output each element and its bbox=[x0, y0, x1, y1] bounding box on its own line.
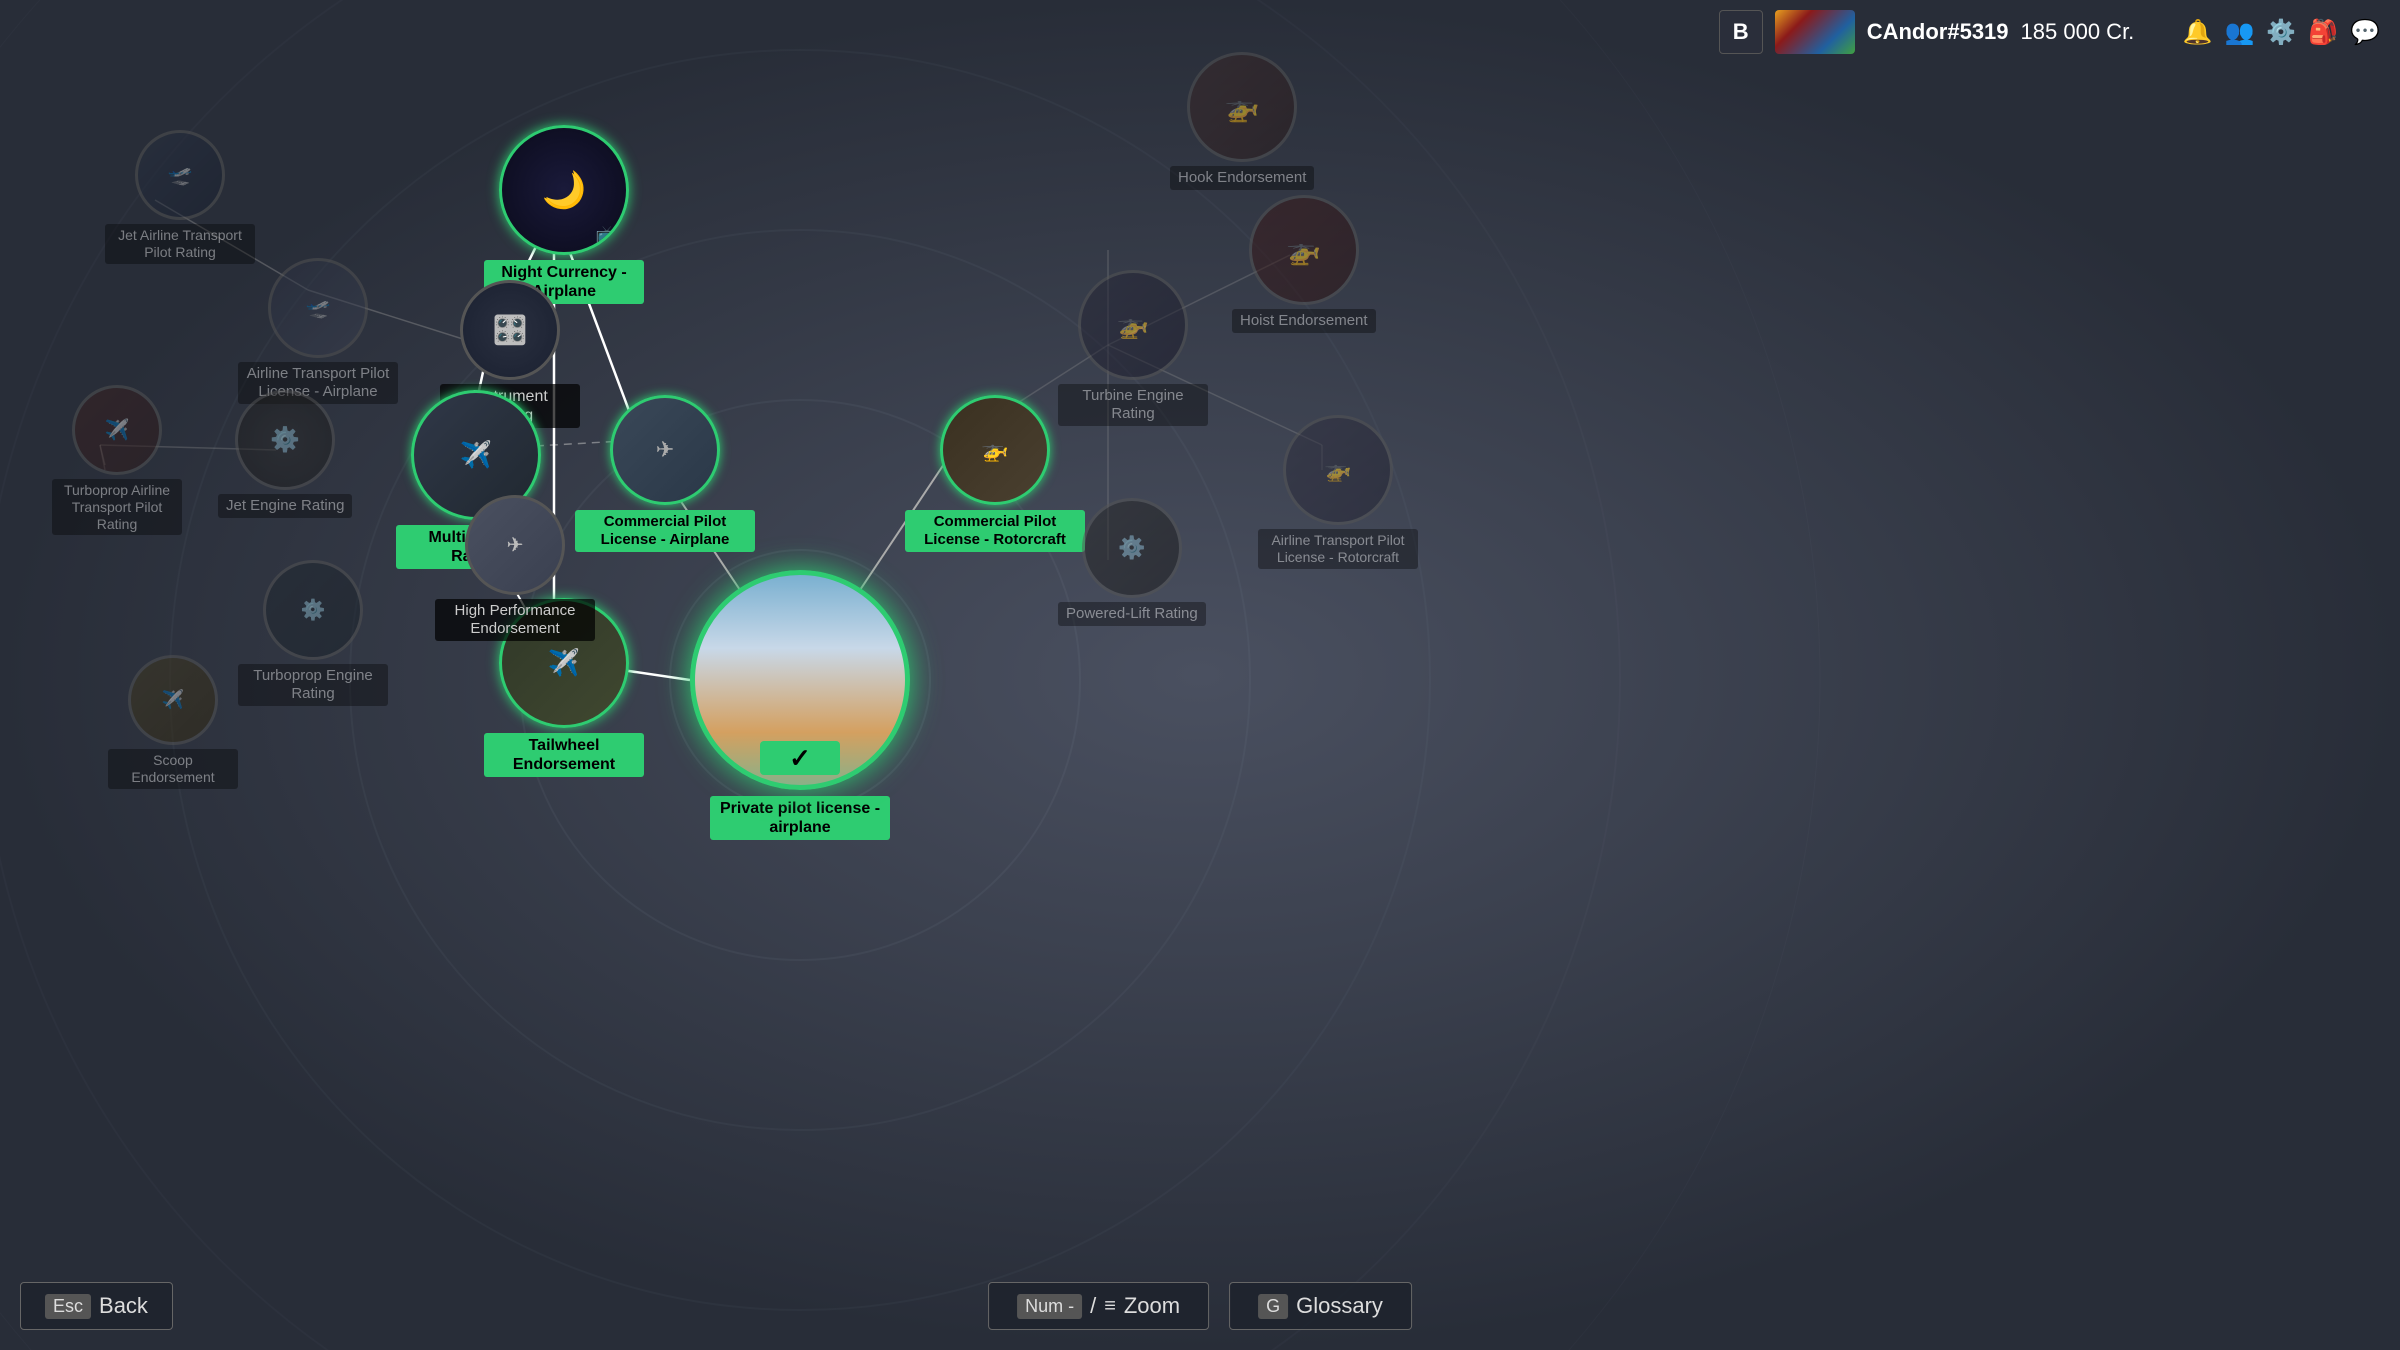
header-currency: 185 000 Cr. bbox=[2021, 19, 2171, 45]
gear-icon[interactable]: ⚙️ bbox=[2266, 18, 2296, 47]
zoom-key: Num - bbox=[1017, 1294, 1082, 1319]
node-atp-rotorcraft[interactable]: 🚁 Airline Transport Pilot License - Roto… bbox=[1258, 415, 1418, 569]
node-private-pilot[interactable]: ✓ Private pilot license - airplane bbox=[690, 570, 910, 840]
node-label-powered-lift: Powered-Lift Rating bbox=[1058, 602, 1206, 626]
node-label-atp-rotorcraft: Airline Transport Pilot License - Rotorc… bbox=[1258, 529, 1418, 569]
node-label-turbine-engine: Turbine Engine Rating bbox=[1058, 384, 1208, 426]
node-hoist[interactable]: 🚁 Hoist Endorsement bbox=[1232, 195, 1376, 333]
node-high-performance[interactable]: ✈ High Performance Endorsement bbox=[435, 495, 595, 641]
node-label-commercial-ap: Commercial Pilot License - Airplane bbox=[575, 510, 755, 552]
node-jet-engine[interactable]: ⚙️ Jet Engine Rating bbox=[218, 390, 352, 518]
bell-icon[interactable]: 🔔 bbox=[2183, 18, 2213, 47]
node-label-hook: Hook Endorsement bbox=[1170, 166, 1314, 190]
bag-icon[interactable]: 🎒 bbox=[2308, 18, 2338, 47]
zoom-label: Zoom bbox=[1124, 1293, 1180, 1319]
node-hook[interactable]: 🚁 Hook Endorsement bbox=[1170, 52, 1314, 190]
header-avatar bbox=[1775, 10, 1855, 54]
node-label-turboprop-engine: Turboprop Engine Rating bbox=[238, 664, 388, 706]
bottom-toolbar: Num - / ≡ Zoom G Glossary bbox=[988, 1282, 1412, 1330]
people-icon[interactable]: 👥 bbox=[2224, 18, 2254, 47]
node-label-hoist: Hoist Endorsement bbox=[1232, 309, 1376, 333]
node-turboprop-engine[interactable]: ⚙️ Turboprop Engine Rating bbox=[238, 560, 388, 706]
node-powered-lift[interactable]: ⚙️ Powered-Lift Rating bbox=[1058, 498, 1206, 626]
header-badge[interactable]: B bbox=[1719, 10, 1763, 54]
back-label: Back bbox=[99, 1293, 148, 1319]
zoom-divider: / bbox=[1090, 1293, 1096, 1319]
zoom-icon: ≡ bbox=[1104, 1295, 1116, 1318]
node-scoop[interactable]: ✈️ Scoop Endorsement bbox=[108, 655, 238, 789]
node-airline-transport[interactable]: 🛫 Airline Transport Pilot License - Airp… bbox=[238, 258, 398, 404]
node-commercial-ap[interactable]: ✈ Commercial Pilot License - Airplane bbox=[575, 395, 755, 552]
header: B CAndor#5319 185 000 Cr. 🔔 👥 ⚙️ 🎒 💬 bbox=[1699, 0, 2400, 64]
header-username: CAndor#5319 bbox=[1867, 19, 2009, 45]
node-night-currency[interactable]: 🌙 📺 Night Currency - Airplane bbox=[484, 125, 644, 304]
node-label-jet-atp: Jet Airline Transport Pilot Rating bbox=[105, 224, 255, 264]
glossary-control[interactable]: G Glossary bbox=[1229, 1282, 1412, 1330]
node-label-high-performance: High Performance Endorsement bbox=[435, 599, 595, 641]
node-label-scoop: Scoop Endorsement bbox=[108, 749, 238, 789]
glossary-key: G bbox=[1258, 1294, 1288, 1319]
zoom-control[interactable]: Num - / ≡ Zoom bbox=[988, 1282, 1209, 1330]
back-button[interactable]: Esc Back bbox=[20, 1282, 173, 1330]
esc-key: Esc bbox=[45, 1294, 91, 1319]
node-turbine-engine[interactable]: 🚁 Turbine Engine Rating bbox=[1058, 270, 1208, 426]
glossary-label: Glossary bbox=[1296, 1293, 1383, 1319]
node-label-private-pilot: Private pilot license - airplane bbox=[710, 796, 890, 840]
node-label-tailwheel: Tailwheel Endorsement bbox=[484, 733, 644, 777]
node-turboprop-airline[interactable]: ✈️ Turboprop Airline Transport Pilot Rat… bbox=[52, 385, 182, 535]
node-jet-atp[interactable]: 🛫 Jet Airline Transport Pilot Rating bbox=[105, 130, 255, 264]
chat-icon[interactable]: 💬 bbox=[2350, 18, 2380, 47]
node-label-turboprop-airline: Turboprop Airline Transport Pilot Rating bbox=[52, 479, 182, 535]
node-label-jet-engine: Jet Engine Rating bbox=[218, 494, 352, 518]
